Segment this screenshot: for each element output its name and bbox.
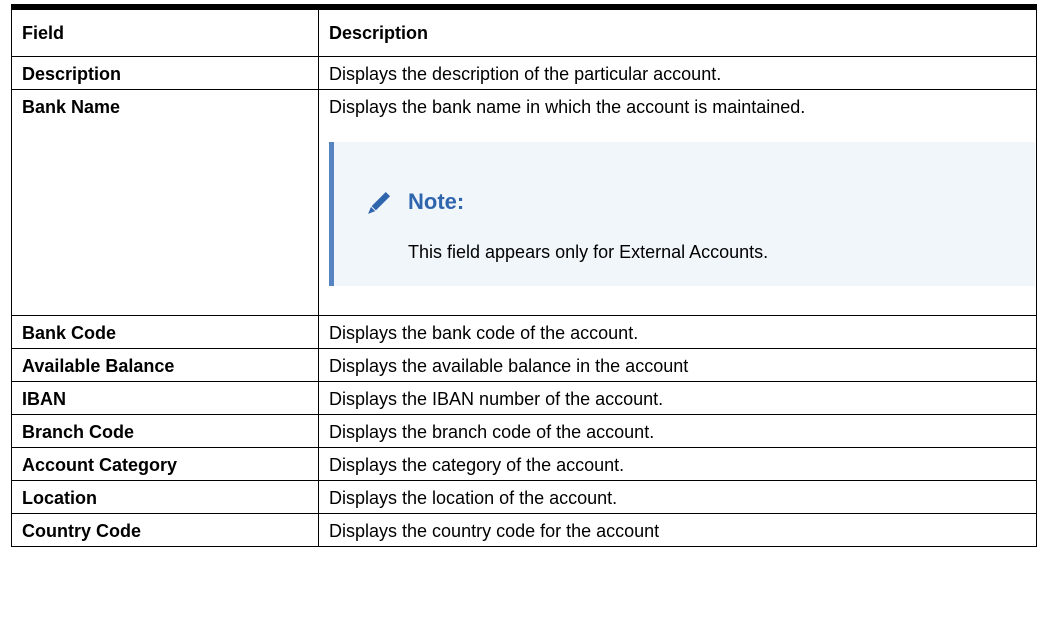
- description-cell: Displays the available balance in the ac…: [318, 348, 1037, 382]
- description-cell: Displays the IBAN number of the account.: [318, 381, 1037, 415]
- field-name-cell: Country Code: [11, 513, 319, 547]
- note-callout: Note: This field appears only for Extern…: [329, 142, 1035, 286]
- field-name-cell: Branch Code: [11, 414, 319, 448]
- description-cell: Displays the description of the particul…: [318, 56, 1037, 90]
- header-field: Field: [11, 4, 319, 57]
- field-name-cell: Bank Name: [11, 89, 319, 316]
- table-row: Bank Name Displays the bank name in whic…: [11, 89, 1037, 316]
- document-page: Field Description Description Displays t…: [0, 0, 1038, 632]
- description-cell: Displays the branch code of the account.: [318, 414, 1037, 448]
- table-row: Account Category Displays the category o…: [11, 447, 1037, 481]
- field-name-cell: Available Balance: [11, 348, 319, 382]
- description-cell: Displays the bank code of the account.: [318, 315, 1037, 349]
- table-row: Bank Code Displays the bank code of the …: [11, 315, 1037, 349]
- note-body: This field appears only for External Acc…: [408, 242, 769, 262]
- description-text: Displays the bank name in which the acco…: [329, 97, 806, 117]
- description-cell: Displays the category of the account.: [318, 447, 1037, 481]
- field-description-table: Field Description Description Displays t…: [11, 4, 1037, 547]
- field-name-cell: IBAN: [11, 381, 319, 415]
- table-row: Branch Code Displays the branch code of …: [11, 414, 1037, 448]
- description-cell: Displays the country code for the accoun…: [318, 513, 1037, 547]
- header-description: Description: [318, 4, 1037, 57]
- table-row: Country Code Displays the country code f…: [11, 513, 1037, 547]
- table-row: Location Displays the location of the ac…: [11, 480, 1037, 514]
- table-row: Description Displays the description of …: [11, 56, 1037, 90]
- field-name-cell: Account Category: [11, 447, 319, 481]
- field-name-cell: Bank Code: [11, 315, 319, 349]
- note-title: Note:: [408, 189, 465, 214]
- description-cell-with-note: Displays the bank name in which the acco…: [318, 89, 1037, 316]
- table-row: IBAN Displays the IBAN number of the acc…: [11, 381, 1037, 415]
- table-row: Available Balance Displays the available…: [11, 348, 1037, 382]
- field-name-cell: Location: [11, 480, 319, 514]
- field-name-cell: Description: [11, 56, 319, 90]
- description-cell: Displays the location of the account.: [318, 480, 1037, 514]
- pencil-icon: [368, 191, 391, 214]
- table-header-row: Field Description: [11, 4, 1037, 57]
